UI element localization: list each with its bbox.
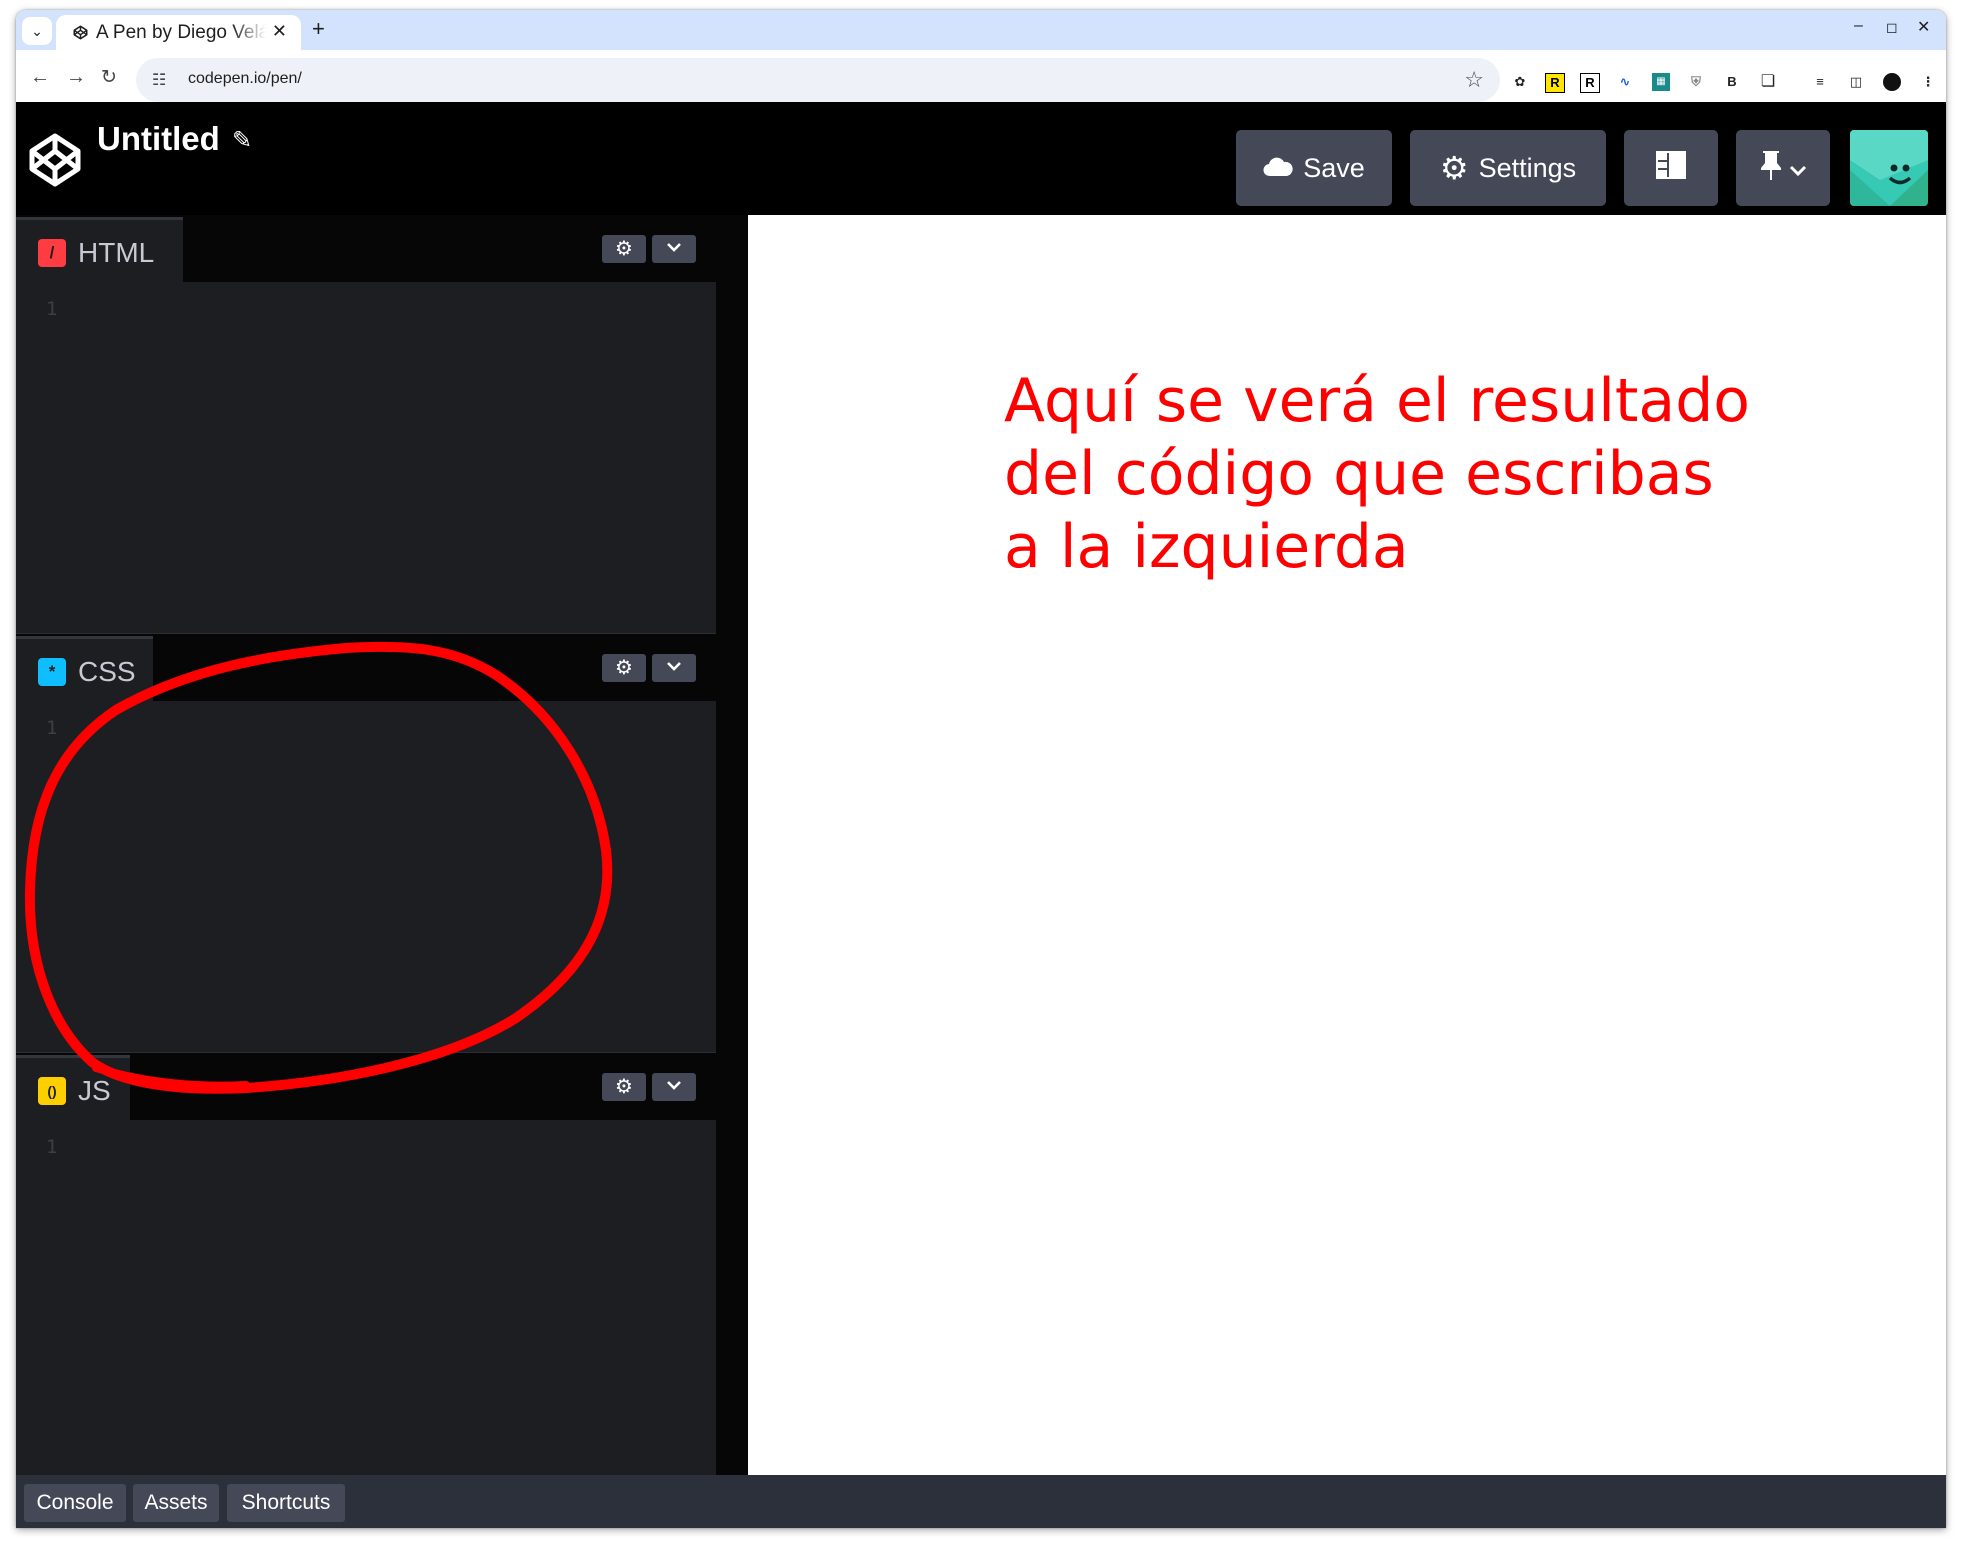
css-icon: * <box>38 657 66 686</box>
tab-title: A Pen by Diego Velázquez <box>96 21 266 43</box>
js-icon: () <box>38 1076 66 1105</box>
reload-icon[interactable]: ↻ <box>101 66 117 89</box>
chevron-down-icon <box>666 1078 682 1096</box>
extension-icon[interactable]: ∿ <box>1616 73 1634 91</box>
extension-icon[interactable]: R <box>1580 73 1600 93</box>
html-collapse-button[interactable] <box>652 235 696 263</box>
bookmark-star-icon[interactable]: ☆ <box>1464 67 1484 93</box>
extension-icon[interactable]: ▦ <box>1652 73 1670 91</box>
side-panel-icon[interactable]: ◫ <box>1847 73 1865 91</box>
browser-window: ⌄ A Pen by Diego Velázquez ✕ + – ◻ ✕ ← →… <box>16 10 1946 1528</box>
codepen-favicon-icon <box>72 25 88 41</box>
tab-search-icon[interactable]: ⌄ <box>22 17 52 45</box>
html-editor-pane: / HTML ⚙ 1 <box>16 215 716 633</box>
save-label: Save <box>1303 152 1365 183</box>
change-view-button[interactable] <box>1624 130 1718 206</box>
browser-tab[interactable]: A Pen by Diego Velázquez ✕ <box>56 15 301 50</box>
layout-icon <box>1656 150 1686 186</box>
result-line: del código que escribas <box>1004 439 1714 509</box>
html-code-area[interactable] <box>76 282 716 633</box>
css-editor-header: * CSS ⚙ <box>16 634 716 704</box>
extension-icon[interactable]: ✿ <box>1511 73 1529 91</box>
js-code-area[interactable] <box>76 1120 716 1475</box>
settings-button[interactable]: ⚙ Settings <box>1410 130 1606 206</box>
tab-strip: ⌄ A Pen by Diego Velázquez ✕ + – ◻ ✕ <box>16 10 1946 50</box>
back-icon[interactable]: ← <box>30 66 50 89</box>
forward-icon[interactable]: → <box>66 66 86 89</box>
url-text: codepen.io/pen/ <box>188 70 302 87</box>
js-settings-button[interactable]: ⚙ <box>602 1073 646 1101</box>
resize-divider[interactable] <box>716 215 748 1475</box>
css-label: CSS <box>78 655 136 687</box>
html-icon: / <box>38 238 66 267</box>
save-button[interactable]: Save <box>1236 130 1392 206</box>
tab-css[interactable]: * CSS <box>16 636 153 704</box>
result-preview: Aquí se verá el resultado del código que… <box>748 215 1946 1475</box>
css-collapse-button[interactable] <box>652 654 696 682</box>
js-collapse-button[interactable] <box>652 1073 696 1101</box>
pin-icon <box>1759 149 1783 188</box>
settings-label: Settings <box>1478 152 1577 183</box>
line-number: 1 <box>46 717 58 739</box>
html-settings-button[interactable]: ⚙ <box>602 235 646 263</box>
page: ⌄ A Pen by Diego Velázquez ✕ + – ◻ ✕ ← →… <box>0 0 1962 1560</box>
pin-menu-button[interactable] <box>1736 130 1830 206</box>
html-editor-header: / HTML ⚙ <box>16 215 716 285</box>
line-number: 1 <box>46 1136 58 1158</box>
cloud-icon <box>1263 153 1293 184</box>
gear-icon: ⚙ <box>615 238 633 260</box>
gear-icon: ⚙ <box>1439 150 1469 186</box>
result-line: Aquí se verá el resultado <box>1004 366 1750 436</box>
extension-icon[interactable]: R <box>1545 73 1565 93</box>
avatar[interactable] <box>1850 130 1928 206</box>
editor-column: / HTML ⚙ 1 * CSS ⚙ 1 () JS ⚙ 1 <box>16 215 716 1475</box>
tab-js[interactable]: () JS <box>16 1055 130 1123</box>
extension-icon[interactable]: B <box>1723 73 1741 91</box>
site-settings-icon[interactable]: ☷ <box>152 70 166 90</box>
profile-icon[interactable] <box>1883 73 1901 91</box>
codepen-header: Untitled ✎ Save ⚙ Settings <box>16 102 1946 215</box>
js-editor-pane: () JS ⚙ 1 <box>16 1053 716 1475</box>
codepen-logo-icon[interactable] <box>28 132 82 193</box>
css-code-area[interactable] <box>76 701 716 1052</box>
css-editor-pane: * CSS ⚙ 1 <box>16 634 716 1052</box>
js-label: JS <box>78 1074 111 1106</box>
line-number: 1 <box>46 298 58 320</box>
extensions-icon[interactable]: ❏ <box>1759 73 1777 91</box>
codepen-footer: Console Assets Shortcuts <box>16 1475 1946 1528</box>
result-text: Aquí se verá el resultado del código que… <box>1004 365 1904 584</box>
css-settings-button[interactable]: ⚙ <box>602 654 646 682</box>
menu-icon[interactable]: ⋮ <box>1919 73 1937 91</box>
minimize-icon[interactable]: – <box>1854 17 1863 35</box>
gear-icon: ⚙ <box>615 657 633 679</box>
chevron-down-icon <box>666 240 682 258</box>
address-bar[interactable]: ☷ codepen.io/pen/ ☆ <box>136 58 1500 102</box>
close-icon[interactable]: ✕ <box>272 21 287 42</box>
console-button[interactable]: Console <box>24 1484 126 1522</box>
pen-title[interactable]: Untitled <box>97 120 220 158</box>
js-editor-header: () JS ⚙ <box>16 1053 716 1123</box>
result-line: a la izquierda <box>1004 512 1409 582</box>
assets-button[interactable]: Assets <box>133 1484 219 1522</box>
maximize-icon[interactable]: ◻ <box>1886 19 1898 36</box>
extension-icon[interactable]: ⛨ <box>1687 73 1705 91</box>
gear-icon: ⚙ <box>615 1076 633 1098</box>
new-tab-icon[interactable]: + <box>312 16 325 42</box>
chevron-down-icon <box>666 659 682 677</box>
tab-html[interactable]: / HTML <box>16 217 183 285</box>
reading-list-icon[interactable]: ≡ <box>1811 73 1829 91</box>
window-close-icon[interactable]: ✕ <box>1917 17 1930 37</box>
shortcuts-button[interactable]: Shortcuts <box>227 1484 345 1522</box>
chevron-down-icon <box>1789 153 1807 184</box>
edit-pencil-icon[interactable]: ✎ <box>232 126 252 155</box>
html-label: HTML <box>78 236 155 268</box>
